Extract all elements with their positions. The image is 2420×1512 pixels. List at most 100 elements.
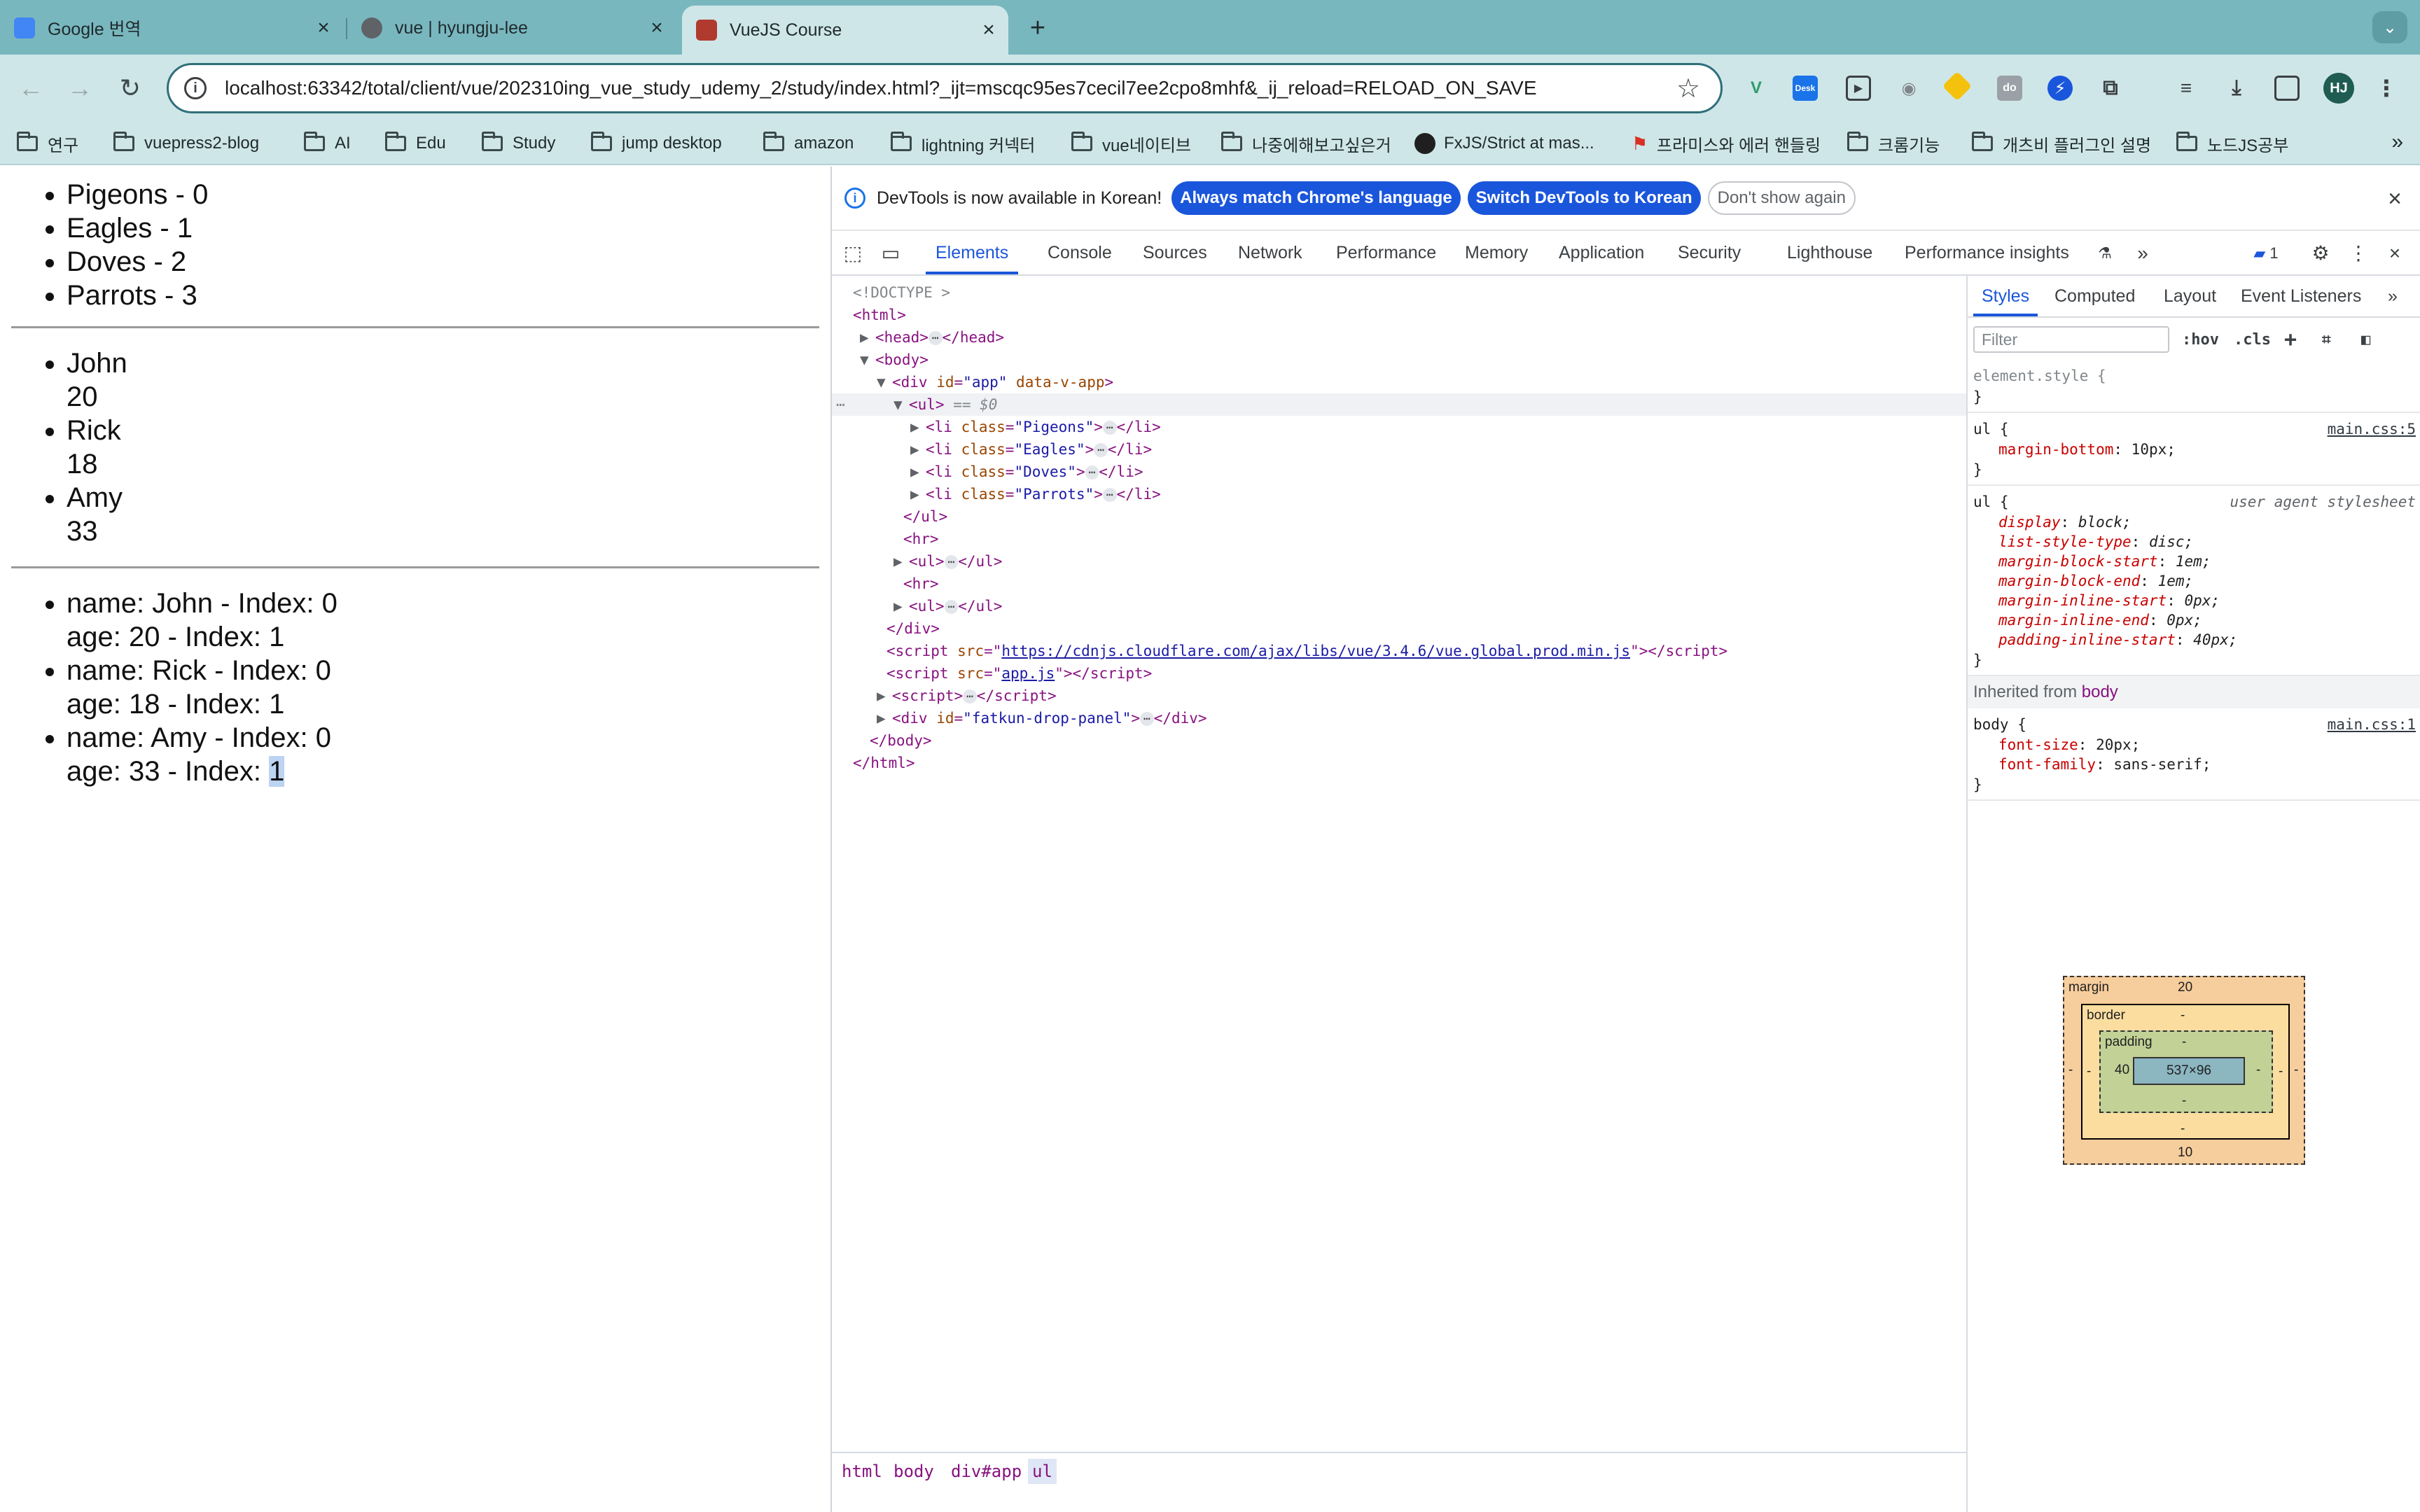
switch-korean-button[interactable]: Switch DevTools to Korean [1467, 181, 1701, 215]
css-property[interactable]: list-style-type: disc; [1973, 532, 2417, 552]
inspect-element-icon[interactable]: ⬚ [840, 241, 865, 266]
vue-devtools-icon[interactable]: V [1744, 76, 1769, 101]
box-model-padding[interactable]: padding - - 40 - 537×96 [2099, 1030, 2273, 1113]
bookmark-item[interactable]: 연구 [17, 132, 78, 155]
ellipsis-icon[interactable]: ⋯ [928, 331, 943, 345]
tree-node-body[interactable]: ▼ <body> [860, 349, 929, 371]
rule-source-link[interactable]: main.css:1 [2328, 714, 2416, 735]
tab-security[interactable]: Security [1678, 231, 1741, 274]
caret-right-icon[interactable]: ▶ [910, 416, 926, 438]
kebab-menu-icon[interactable]: ⋮ [2374, 76, 2399, 101]
close-icon[interactable]: × [2381, 185, 2409, 213]
back-button[interactable]: ← [14, 71, 48, 105]
tab-search-button[interactable]: ⌄ [2372, 11, 2407, 43]
bookmark-item[interactable]: Study [482, 132, 555, 155]
tab-performance[interactable]: Performance [1336, 231, 1436, 274]
styles-filter-input[interactable]: Filter [1973, 326, 2169, 353]
tree-node-html[interactable]: <html> [853, 304, 906, 326]
address-bar[interactable]: i localhost:63342/total/client/vue/20231… [167, 63, 1723, 113]
close-icon[interactable]: × [644, 15, 669, 41]
side-panel-icon[interactable] [2274, 76, 2300, 101]
tree-node-fatkun[interactable]: ▶ <div id="fatkun-drop-panel"> ⋯ </div> [877, 707, 1207, 729]
bookmark-item[interactable]: 노드JS공부 [2176, 132, 2288, 155]
tree-node-body-close[interactable]: </body> [870, 729, 932, 752]
tree-node-head[interactable]: ▶ <head> ⋯ </head> [860, 326, 1004, 349]
breadcrumb-div-app[interactable]: div#app [947, 1459, 1026, 1484]
bookmark-item[interactable]: jump desktop [591, 132, 722, 155]
screen-capture-icon[interactable]: ▶ [1846, 76, 1871, 101]
device-toolbar-icon[interactable]: ▭ [878, 241, 903, 266]
tab-sources[interactable]: Sources [1143, 231, 1207, 274]
media-queue-icon[interactable]: ≡ [2174, 76, 2199, 101]
ellipsis-icon[interactable]: ⋯ [836, 393, 845, 416]
css-property[interactable]: font-size: 20px; [1973, 735, 2417, 755]
add-rule-icon[interactable]: + [2284, 328, 2297, 353]
tab-event-listeners[interactable]: Event Listeners [2241, 276, 2361, 316]
tab-memory[interactable]: Memory [1465, 231, 1528, 274]
lightning-icon[interactable]: ⚡ [2047, 76, 2073, 101]
puzzle-icon[interactable]: ⧉ [2098, 76, 2123, 101]
css-property[interactable]: padding-inline-start: 40px; [1973, 630, 2417, 650]
rule-source-link[interactable]: main.css:5 [2328, 419, 2416, 440]
forward-button[interactable]: → [63, 71, 97, 105]
tree-node-hr[interactable]: <hr> [903, 573, 939, 595]
tab-performance-insights[interactable]: Performance insights [1905, 231, 2069, 274]
bookmark-item[interactable]: vuepress2-blog [113, 132, 259, 155]
tab-application[interactable]: Application [1559, 231, 1644, 274]
css-property[interactable]: margin-block-end: 1em; [1973, 571, 2417, 591]
rule-body-main[interactable]: body { main.css:1 font-size: 20px; font-… [1968, 708, 2420, 801]
tab-console[interactable]: Console [1048, 231, 1112, 274]
ellipsis-icon[interactable]: ⋯ [1102, 488, 1117, 502]
caret-right-icon[interactable]: ▶ [877, 685, 892, 707]
profile-avatar[interactable]: HJ [2323, 73, 2354, 104]
tree-node-ul-selected[interactable]: ⋯ ▼ <ul> == $0 [832, 393, 1966, 416]
bookmark-item[interactable]: ⚑ 프라미스와 에러 핸들링 [1632, 132, 1821, 155]
bookmark-item[interactable]: amazon [763, 132, 854, 155]
tree-node-ul-close[interactable]: </ul> [903, 505, 947, 528]
bookmark-item[interactable]: vue네이티브 [1071, 132, 1191, 155]
css-property[interactable]: font-family: sans-serif; [1973, 755, 2417, 774]
ellipsis-icon[interactable]: ⋯ [1140, 712, 1154, 726]
css-property[interactable]: margin-inline-start: 0px; [1973, 591, 2417, 610]
caret-right-icon[interactable]: ▶ [910, 483, 926, 505]
script-src-link[interactable]: app.js [1001, 665, 1055, 682]
box-model-border[interactable]: border - - - - padding - - 40 - 537×96 [2081, 1004, 2290, 1140]
bookmark-item[interactable]: 나중에해보고싶은거 [1221, 132, 1391, 155]
more-tabs-icon[interactable]: » [2130, 241, 2155, 266]
tab-vuejs-course[interactable]: VueJS Course × [682, 6, 1008, 55]
inherited-tag[interactable]: body [2082, 682, 2118, 701]
tree-node-li[interactable]: ▶ <li class="Doves"> ⋯ </li> [910, 461, 1143, 483]
breadcrumb-body[interactable]: body [889, 1459, 938, 1484]
tree-node-ul[interactable]: ▶ <ul> ⋯ </ul> [893, 595, 1002, 617]
settings-gear-icon[interactable]: ⚙ [2308, 241, 2333, 266]
info-icon[interactable]: i [184, 77, 207, 99]
ellipsis-icon[interactable]: ⋯ [944, 600, 959, 614]
tree-node-div-app[interactable]: ▼ <div id="app" data-v-app> [877, 371, 1113, 393]
new-tab-button[interactable]: + [1024, 14, 1052, 42]
tab-google-translate[interactable]: Google 번역 × [14, 6, 336, 50]
caret-right-icon[interactable]: ▶ [910, 438, 926, 461]
tab-elements[interactable]: Elements [926, 231, 1019, 274]
tab-vue-hyungju-lee[interactable]: vue | hyungju-lee × [361, 6, 669, 50]
caret-right-icon[interactable]: ▶ [893, 550, 909, 573]
rule-element-style[interactable]: element.style { } [1968, 360, 2420, 413]
box-model-margin[interactable]: margin 20 10 - - border - - - - padding … [2063, 976, 2305, 1165]
do-icon[interactable]: do [1997, 76, 2022, 101]
close-icon[interactable]: × [2382, 241, 2407, 266]
bookmark-item[interactable]: lightning 커넥터 [891, 132, 1035, 155]
ellipsis-icon[interactable]: ⋯ [1094, 443, 1108, 457]
bookmarks-overflow-button[interactable]: » [2391, 130, 2403, 154]
tree-node-hr[interactable]: <hr> [903, 528, 939, 550]
tab-styles[interactable]: Styles [1973, 276, 2038, 316]
hov-toggle[interactable]: :hov [2182, 328, 2219, 353]
tree-node-li[interactable]: ▶ <li class="Pigeons"> ⋯ </li> [910, 416, 1161, 438]
match-language-button[interactable]: Always match Chrome's language [1171, 181, 1461, 215]
caret-down-icon[interactable]: ▼ [893, 393, 909, 416]
binance-icon[interactable] [1942, 71, 1973, 102]
caret-right-icon[interactable]: ▶ [877, 707, 892, 729]
css-property[interactable]: margin-bottom: 10px; [1973, 440, 2417, 459]
tab-layout[interactable]: Layout [2164, 276, 2216, 316]
download-icon[interactable]: ⤓ [2224, 76, 2249, 101]
caret-right-icon[interactable]: ▶ [860, 326, 875, 349]
toggle-sidebar-icon[interactable]: ◧ [2361, 328, 2370, 353]
